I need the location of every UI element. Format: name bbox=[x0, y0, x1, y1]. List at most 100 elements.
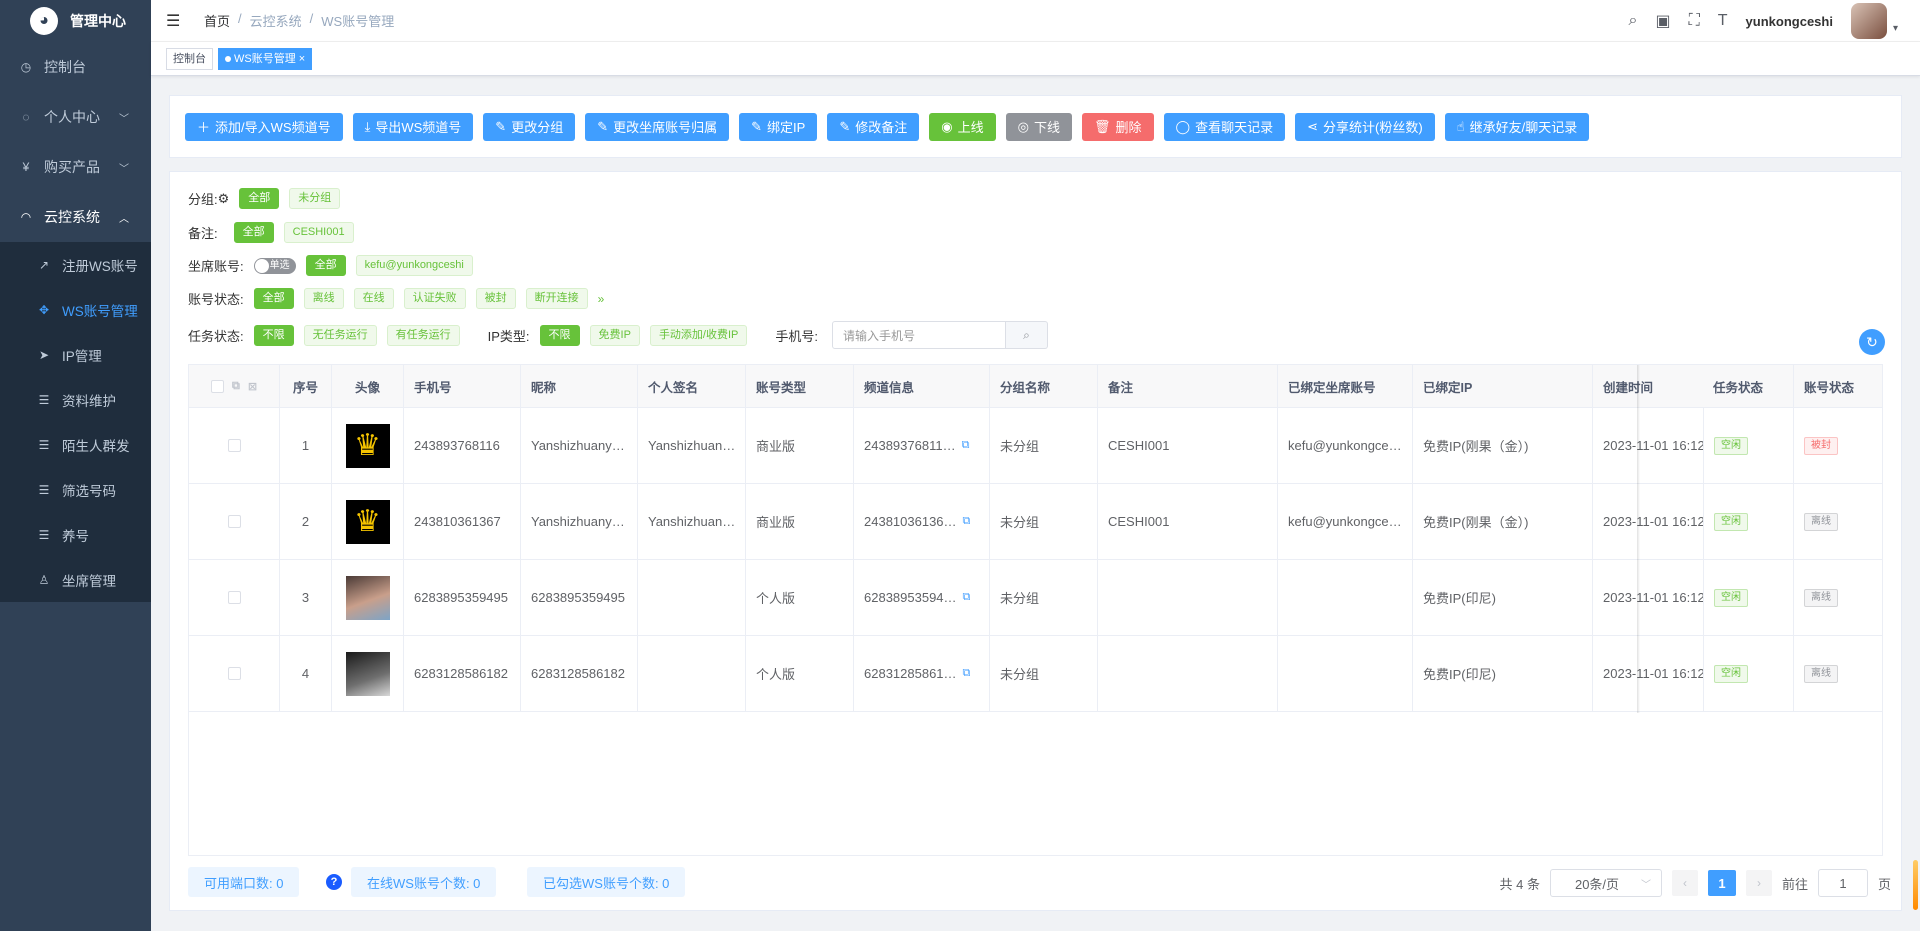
refresh-button[interactable]: ↻ bbox=[1859, 329, 1885, 355]
filter-chip[interactable]: 无任务运行 bbox=[303, 324, 377, 346]
hamburger-icon[interactable]: ☰ bbox=[166, 11, 184, 31]
share-stats-button[interactable]: ⋖ 分享统计(粉丝数) bbox=[1295, 112, 1435, 141]
remark: CESHI001 bbox=[1108, 514, 1170, 529]
select-all-checkbox[interactable] bbox=[210, 379, 224, 393]
filter-chip[interactable]: 断开连接 bbox=[525, 288, 588, 309]
filter-chip[interactable]: 认证失败 bbox=[403, 288, 466, 309]
help-icon[interactable]: ? bbox=[326, 874, 342, 890]
button-label: 继承好友/聊天记录 bbox=[1469, 120, 1578, 135]
filter-chip[interactable]: 未分组 bbox=[289, 188, 341, 209]
sidebar-item-profile[interactable]: ◌ 个人中心 ﹀ bbox=[0, 92, 151, 142]
sidebar-logo[interactable]: ◕ 管理中心 bbox=[0, 0, 151, 42]
filter-chip[interactable]: 在线 bbox=[353, 288, 394, 309]
copy-icon[interactable]: ⧉ bbox=[963, 591, 971, 604]
add-import-button[interactable]: ＋ 添加/导入WS频道号 bbox=[185, 112, 343, 141]
filter-chip[interactable]: 不限 bbox=[253, 324, 294, 346]
button-label: 导出WS频道号 bbox=[375, 120, 462, 135]
sidebar-item-filter-numbers[interactable]: ☰ 筛选号码 bbox=[0, 467, 151, 512]
clear-select-icon[interactable]: ⊠ bbox=[248, 380, 257, 393]
next-page-button[interactable]: › bbox=[1745, 870, 1772, 896]
tab-dashboard[interactable]: 控制台 bbox=[166, 47, 213, 70]
filter-chip[interactable]: 全部 bbox=[305, 255, 346, 276]
single-select-toggle[interactable]: 单选 bbox=[253, 257, 296, 274]
chat-history-button[interactable]: ◯ 查看聊天记录 bbox=[1163, 112, 1286, 141]
search-button[interactable]: ⌕ bbox=[1006, 321, 1049, 349]
caret-down-icon[interactable]: ▾ bbox=[1893, 23, 1898, 34]
button-label: 查看聊天记录 bbox=[1195, 120, 1274, 135]
username[interactable]: yunkongceshi bbox=[1746, 14, 1833, 29]
sidebar-item-mass-send[interactable]: ☰ 陌生人群发 bbox=[0, 422, 151, 467]
sidebar-item-purchase[interactable]: ¥ 购买产品 ﹀ bbox=[0, 142, 151, 192]
change-seat-button[interactable]: ✎ 更改坐席账号归属 bbox=[585, 112, 730, 141]
change-group-button[interactable]: ✎ 更改分组 bbox=[483, 112, 576, 141]
row-checkbox[interactable] bbox=[227, 439, 241, 452]
table-cell: 免费IP(印尼) bbox=[1413, 560, 1593, 635]
scroll-indicator[interactable] bbox=[1913, 860, 1918, 910]
table-cell: 空闲 bbox=[1703, 560, 1794, 635]
sidebar-item-ip-manage[interactable]: ➤ IP管理 bbox=[0, 332, 151, 377]
copy-icon[interactable]: ⧉ bbox=[963, 515, 971, 528]
row-checkbox[interactable] bbox=[227, 667, 241, 680]
tab-ws-manage[interactable]: WS账号管理 × bbox=[218, 47, 313, 70]
filter-chip[interactable]: 手动添加/收费IP bbox=[649, 324, 748, 346]
online-button[interactable]: ◉ 上线 bbox=[929, 112, 996, 141]
double-chevron-right-icon[interactable]: » bbox=[598, 292, 605, 306]
prev-page-button[interactable]: ‹ bbox=[1671, 870, 1698, 896]
page-number[interactable]: 1 bbox=[1707, 870, 1736, 896]
breadcrumb-home[interactable]: 首页 bbox=[204, 11, 230, 30]
sidebar-item-label: 个人中心 bbox=[44, 109, 100, 125]
font-size-icon[interactable]: T bbox=[1718, 12, 1728, 30]
search-icon[interactable]: ⌕ bbox=[1628, 12, 1637, 30]
sidebar-item-label: 注册WS账号 bbox=[62, 258, 138, 274]
delete-button[interactable]: 🗑 删除 bbox=[1081, 112, 1154, 141]
sidebar-item-cloud-control[interactable]: ◠ 云控系统 ︿ bbox=[0, 192, 151, 242]
table-cell: CESHI001 bbox=[1098, 408, 1278, 483]
export-button[interactable]: ⤓ 导出WS频道号 bbox=[352, 112, 474, 141]
filter-chip[interactable]: 免费IP bbox=[589, 324, 640, 346]
inherit-friends-button[interactable]: ☝ 继承好友/聊天记录 bbox=[1444, 112, 1590, 141]
filter-chip[interactable]: 全部 bbox=[239, 188, 280, 209]
sidebar-item-profile-maintain[interactable]: ☰ 资料维护 bbox=[0, 377, 151, 422]
filter-chip[interactable]: 有任务运行 bbox=[386, 324, 460, 346]
button-label: 添加/导入WS频道号 bbox=[215, 120, 331, 135]
table-cell bbox=[1278, 636, 1413, 711]
sidebar-item-register-ws[interactable]: ↗ 注册WS账号 bbox=[0, 242, 151, 287]
copy-icon[interactable]: ⧉ bbox=[963, 667, 971, 680]
copy-icon[interactable]: ⧉ bbox=[962, 439, 970, 452]
copy-select-icon[interactable]: ⧉ bbox=[232, 380, 240, 393]
gear-icon[interactable]: ⚙ bbox=[218, 191, 230, 207]
bind-ip-button[interactable]: ✎ 绑定IP bbox=[739, 112, 818, 141]
signature: Yanshizhuan… bbox=[648, 514, 736, 529]
table-row[interactable]: 2 ♛ 243810361367 Yanshizhuany… Yanshizhuan… 商… bbox=[189, 484, 1882, 560]
goto-page-input[interactable]: 1 bbox=[1817, 869, 1868, 897]
filter-chip[interactable]: 全部 bbox=[253, 288, 294, 309]
table-row[interactable]: 1 ♛ 243893768116 Yanshizhuany… Yanshizhuan… 商… bbox=[189, 408, 1882, 484]
table-row[interactable]: 4 6283128586182 6283128586182 个人版 6283128586… bbox=[189, 636, 1882, 712]
row-checkbox[interactable] bbox=[227, 591, 241, 604]
sidebar-item-dashboard[interactable]: ◷ 控制台 bbox=[0, 42, 151, 92]
filter-chip[interactable]: kefu@yunkongceshi bbox=[355, 255, 473, 276]
edit-remark-button[interactable]: ✎ 修改备注 bbox=[827, 112, 920, 141]
sidebar-item-ws-manage[interactable]: ✥ WS账号管理 bbox=[0, 287, 151, 332]
sidebar-item-seat-manage[interactable]: ♙ 坐席管理 bbox=[0, 557, 151, 602]
close-icon[interactable]: × bbox=[299, 53, 305, 65]
sidebar-item-label: 陌生人群发 bbox=[62, 438, 130, 454]
translate-icon[interactable]: ▣ bbox=[1655, 11, 1670, 31]
fullscreen-icon[interactable]: ⛶ bbox=[1689, 12, 1700, 30]
row-checkbox[interactable] bbox=[227, 515, 241, 528]
filter-chip[interactable]: 被封 bbox=[475, 288, 516, 309]
page-suffix: 页 bbox=[1877, 876, 1891, 892]
avatar[interactable] bbox=[1850, 3, 1887, 39]
breadcrumb-separator: / bbox=[309, 11, 314, 26]
filter-chip[interactable]: CESHI001 bbox=[283, 222, 354, 243]
filter-chip[interactable]: 离线 bbox=[303, 288, 344, 309]
offline-button[interactable]: ◎ 下线 bbox=[1005, 112, 1072, 141]
filter-chip[interactable]: 全部 bbox=[233, 222, 274, 243]
phone-search-input[interactable]: 请输入手机号 bbox=[832, 321, 1007, 349]
sliders-icon: ☰ bbox=[38, 392, 50, 407]
filter-chip[interactable]: 不限 bbox=[539, 324, 580, 346]
table-cell: 62831285861… ⧉ bbox=[854, 636, 990, 711]
page-size-select[interactable]: 20条/页 ﹀ bbox=[1549, 869, 1662, 897]
table-row[interactable]: 3 6283895359495 6283895359495 个人版 6283895359… bbox=[189, 560, 1882, 636]
sidebar-item-nurture[interactable]: ☰ 养号 bbox=[0, 512, 151, 557]
